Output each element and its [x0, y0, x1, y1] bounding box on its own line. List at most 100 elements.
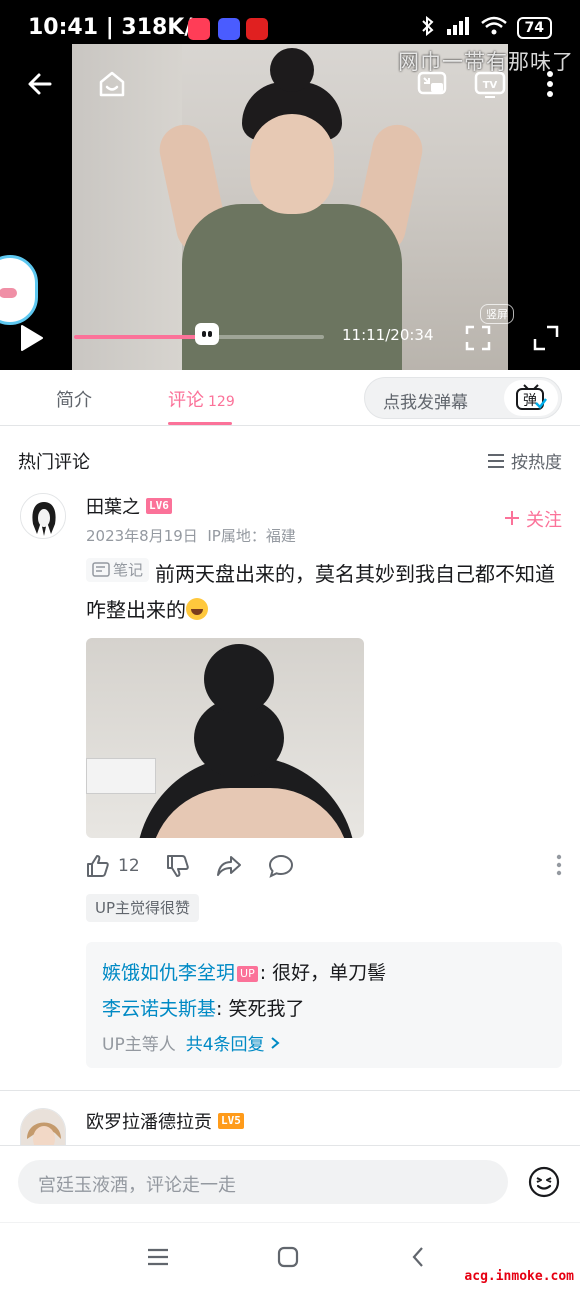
- app-icon: [218, 18, 240, 40]
- reply-author[interactable]: 嫉饿如仇李坌玥: [102, 962, 235, 984]
- chevron-left-icon: [412, 1247, 423, 1267]
- avatar-image: [21, 1109, 65, 1145]
- svg-text:TV: TV: [483, 80, 498, 91]
- comment-author[interactable]: 田葉之 LV6: [86, 493, 172, 519]
- emoji-face-icon: [528, 1166, 560, 1198]
- site-watermark: acg.inmoke.com: [464, 1269, 574, 1284]
- danmaku-icon: 弹: [516, 384, 547, 410]
- danmaku-placeholder: 点我发弹幕: [383, 393, 468, 413]
- more-vertical-icon: [556, 854, 562, 876]
- playback-time: 11:11/20:34: [342, 326, 434, 344]
- note-tag-label: 笔记: [113, 561, 144, 579]
- cast-tv-button[interactable]: TV: [468, 62, 512, 106]
- reply-author[interactable]: 李云诺夫斯基: [102, 998, 216, 1020]
- system-nav-bar: acg.inmoke.com: [0, 1222, 580, 1289]
- thumbs-down-icon: [166, 855, 189, 877]
- tab-comments-label: 评论: [168, 390, 204, 411]
- reply-item[interactable]: 嫉饿如仇李坌玥 UP: 很好，单刀髻: [102, 958, 386, 985]
- focus-frame-icon: [465, 325, 491, 351]
- emoji-button[interactable]: [528, 1166, 560, 1202]
- comment-divider: [0, 1090, 580, 1091]
- video-top-controls: TV: [0, 60, 580, 120]
- view-replies-link[interactable]: 共4条回复: [186, 1035, 280, 1055]
- progress-bar[interactable]: [74, 323, 324, 345]
- reply-button[interactable]: [268, 854, 294, 878]
- home-button[interactable]: [90, 62, 134, 106]
- square-icon: [277, 1246, 299, 1268]
- follow-button[interactable]: 关注: [504, 506, 562, 532]
- username: 欧罗拉潘德拉贡: [86, 1112, 212, 1133]
- play-icon: [21, 325, 43, 351]
- up-badge: UP: [237, 966, 258, 982]
- status-time: 10:41 | 318K/s: [28, 15, 206, 40]
- ip-location: IP属地：福建: [207, 527, 296, 545]
- more-button[interactable]: [528, 62, 572, 106]
- thumbs-up-icon: [87, 855, 109, 877]
- danmaku-button-label: 弹: [523, 393, 537, 409]
- comments-header: 热门评论 按热度: [0, 440, 580, 480]
- comment-actions: 12: [86, 848, 566, 884]
- app-icon: [188, 18, 210, 40]
- plus-icon: [505, 511, 520, 525]
- note-tag[interactable]: 笔记: [86, 558, 150, 582]
- comment-more-button[interactable]: [556, 854, 562, 880]
- comment-count: 129: [208, 394, 235, 410]
- sort-button[interactable]: 按热度: [487, 448, 562, 473]
- comment-meta: 2023年8月19日 IP属地：福建: [86, 525, 296, 546]
- section-title: 热门评论: [18, 452, 90, 473]
- chevron-right-icon: [271, 1037, 280, 1049]
- play-button[interactable]: [10, 316, 54, 360]
- comment-image[interactable]: [86, 638, 364, 838]
- pip-button[interactable]: [410, 62, 454, 106]
- reply-item[interactable]: 李云诺夫斯基: 笑死我了: [102, 994, 304, 1021]
- more-vertical-icon: [547, 71, 553, 97]
- level-badge: LV5: [218, 1113, 244, 1129]
- fullscreen-button[interactable]: [524, 316, 568, 360]
- comment-text: 前两天盘出来的，莫名其妙到我自己都不知道咋整出来的: [86, 562, 556, 622]
- username: 田葉之: [86, 497, 140, 518]
- battery-indicator: 74: [516, 17, 552, 39]
- dislike-button[interactable]: [166, 854, 190, 878]
- avatar[interactable]: [20, 1108, 66, 1145]
- progress-fill: [74, 335, 207, 339]
- comment-author[interactable]: 欧罗拉潘德拉贡 LV5: [86, 1108, 244, 1134]
- chat-bubble-icon: [268, 854, 293, 878]
- recent-apps-button[interactable]: [138, 1241, 178, 1273]
- like-button[interactable]: 12: [86, 854, 140, 878]
- progress-handle[interactable]: [194, 323, 219, 345]
- note-icon: [92, 562, 110, 577]
- avatar[interactable]: [20, 493, 66, 539]
- signal-icon: [445, 16, 471, 40]
- home-nav-button[interactable]: [268, 1241, 308, 1273]
- danmaku-toggle-button[interactable]: 弹: [504, 380, 558, 416]
- tab-intro-label: 简介: [56, 390, 92, 411]
- up-liked-tag: UP主觉得很赞: [86, 894, 200, 922]
- reply-preview[interactable]: 嫉饿如仇李坌玥 UP: 很好，单刀髻 李云诺夫斯基: 笑死我了 UP主等人 共4条回…: [86, 942, 562, 1068]
- tab-intro[interactable]: 简介: [56, 386, 92, 412]
- fullscreen-icon: [533, 325, 559, 351]
- back-nav-button[interactable]: [398, 1241, 438, 1273]
- reply-text: : 笑死我了: [216, 998, 305, 1020]
- wifi-icon: [480, 16, 507, 40]
- like-count: 12: [118, 856, 140, 876]
- share-button[interactable]: [216, 855, 242, 877]
- tv-cast-icon: TV: [474, 71, 506, 98]
- comment-date: 2023年8月19日: [86, 527, 198, 545]
- app-icon: [246, 18, 268, 40]
- danmaku-input[interactable]: 点我发弹幕 弹: [364, 377, 562, 419]
- video-player[interactable]: 10:41 | 318K/s 74 网巾一带有那味了 TV 11:11/20:3…: [0, 0, 580, 370]
- vertical-screen-button[interactable]: [456, 316, 500, 360]
- grin-sweat-emoji-icon: [186, 598, 208, 620]
- comment-input-bar: 宫廷玉液酒，评论走一走: [0, 1145, 580, 1219]
- reply-text: : 很好，单刀髻: [259, 962, 387, 984]
- follow-label: 关注: [526, 510, 562, 531]
- list-icon: [488, 453, 504, 468]
- tab-comments[interactable]: 评论 129: [168, 386, 235, 412]
- comment-input[interactable]: 宫廷玉液酒，评论走一走: [18, 1160, 508, 1204]
- share-icon: [216, 856, 241, 876]
- back-button[interactable]: [18, 62, 62, 106]
- home-icon: [99, 71, 125, 97]
- arrow-left-icon: [28, 73, 52, 95]
- menu-icon: [148, 1248, 168, 1266]
- video-controls: 11:11/20:34 竖屏: [0, 304, 580, 366]
